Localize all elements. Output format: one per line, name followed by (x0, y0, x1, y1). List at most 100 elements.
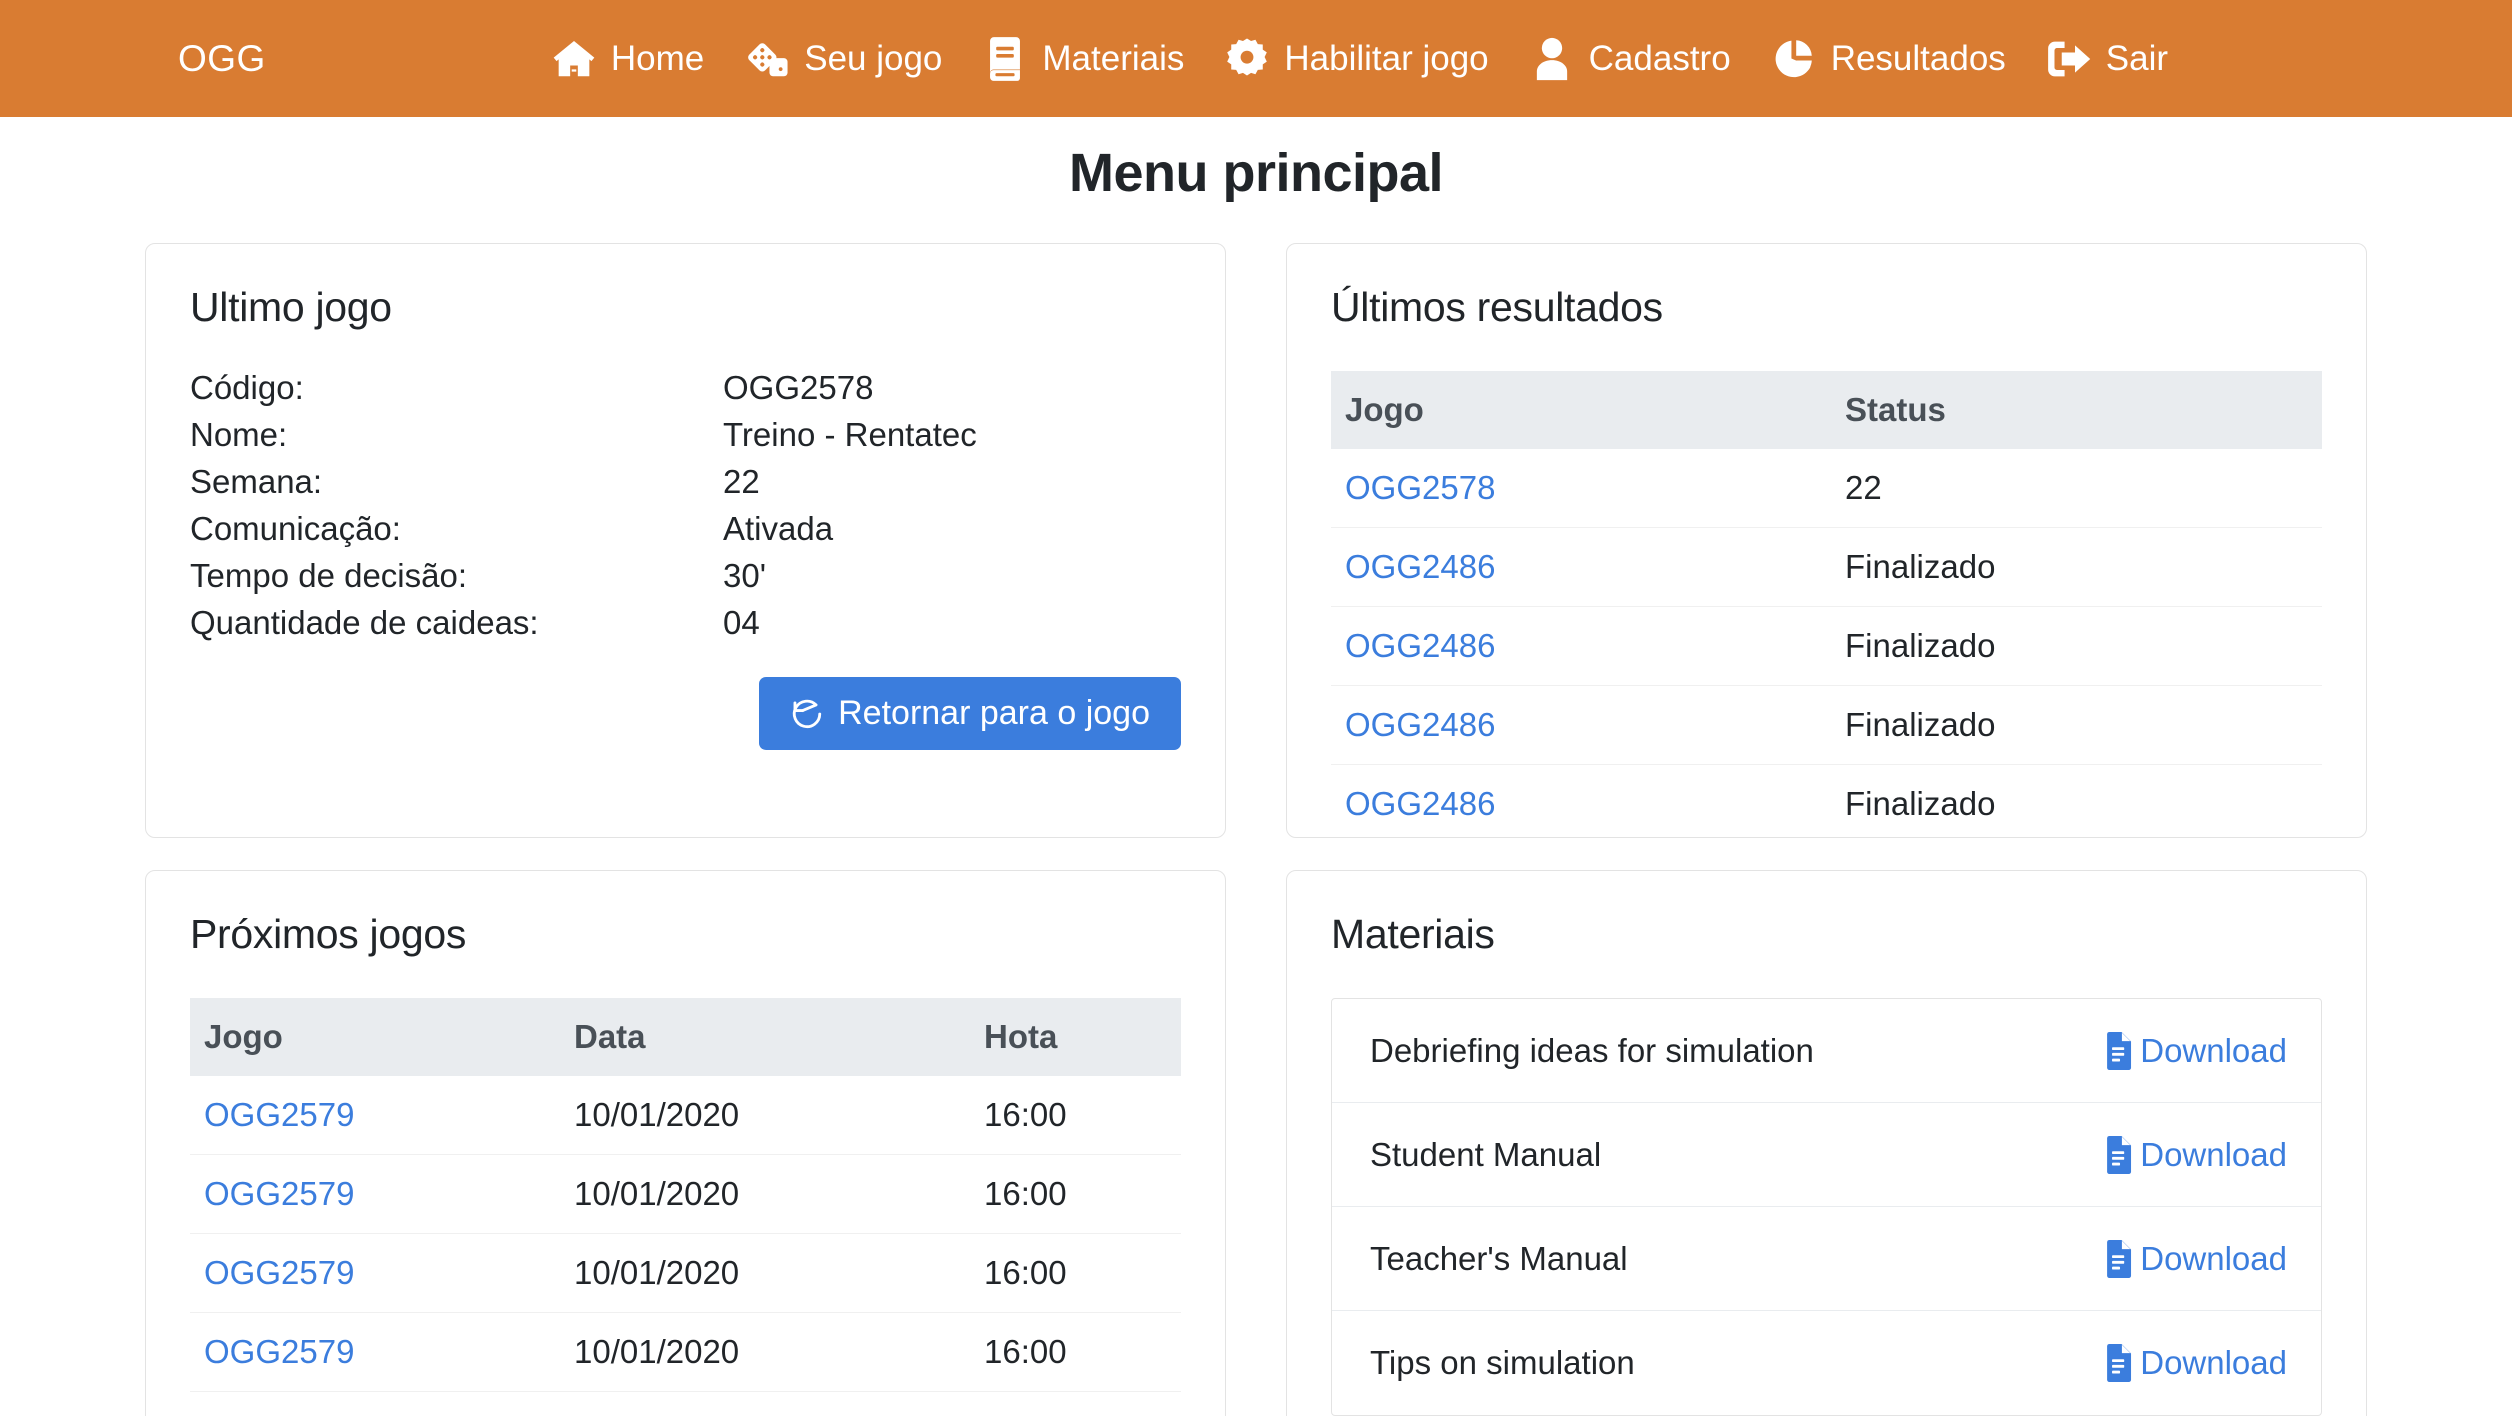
file-text-icon (2103, 1240, 2134, 1278)
table-row: OGG2579 10/01/2020 16:00 (190, 1392, 1181, 1416)
nav-label-sair: Sair (2106, 39, 2168, 79)
cell-jogo: OGG2486 (1331, 686, 1831, 765)
cell-hota: 16:00 (970, 1234, 1181, 1313)
download-link[interactable]: Download (2103, 1344, 2287, 1382)
cell-hota: 16:00 (970, 1392, 1181, 1416)
cell-status: Finalizado (1831, 528, 2322, 607)
cell-jogo: OGG2579 (190, 1234, 560, 1313)
cell-jogo: OGG2486 (1331, 528, 1831, 607)
nav-item-cadastro[interactable]: Cadastro (1529, 36, 1731, 82)
nav-item-materiais[interactable]: Materiais (982, 36, 1184, 82)
home-icon (551, 36, 597, 82)
list-item: Tips on simulation (1332, 1311, 2321, 1415)
file-text-icon (2103, 1136, 2134, 1174)
list-item: Debriefing ideas for simulation (1332, 999, 2321, 1103)
detail-label-nome: Nome: (190, 418, 723, 451)
table-row: OGG2486 Finalizado (1331, 528, 2322, 607)
detail-row-nome: Nome: Treino - Rentatec (190, 418, 1181, 451)
nav-item-home[interactable]: Home (551, 36, 704, 82)
detail-row-semana: Semana: 22 (190, 465, 1181, 498)
detail-row-codigo: Código: OGG2578 (190, 371, 1181, 404)
detail-value-nome: Treino - Rentatec (723, 418, 977, 451)
cell-data: 10/01/2020 (560, 1234, 970, 1313)
material-name: Debriefing ideas for simulation (1370, 1032, 1814, 1070)
table-head-next-games: Jogo Data Hota (190, 998, 1181, 1076)
column-last-game: Ultimo jogo Código: OGG2578 Nome: Treino… (145, 243, 1226, 838)
column-header-status: Status (1831, 371, 2322, 449)
row-top: Ultimo jogo Código: OGG2578 Nome: Treino… (145, 243, 2367, 838)
table-row: OGG2578 22 (1331, 449, 2322, 528)
download-link[interactable]: Download (2103, 1136, 2287, 1174)
nav-label-cadastro: Cadastro (1589, 39, 1731, 79)
nav-item-resultados[interactable]: Resultados (1771, 36, 2006, 82)
nav-item-habilitar-jogo[interactable]: Habilitar jogo (1224, 36, 1488, 82)
nav-item-sair[interactable]: Sair (2046, 36, 2168, 82)
return-to-game-button[interactable]: Retornar para o jogo (759, 677, 1181, 750)
game-link[interactable]: OGG2578 (1345, 469, 1495, 506)
cell-status: Finalizado (1831, 607, 2322, 686)
table-body-next-games: OGG2579 10/01/2020 16:00 OGG2579 10/01/2… (190, 1076, 1181, 1416)
row-bottom: Próximos jogos Jogo Data Hota OGG2579 (145, 870, 2367, 1416)
game-link[interactable]: OGG2579 (204, 1096, 354, 1133)
material-name: Tips on simulation (1370, 1344, 1635, 1382)
last-game-details: Código: OGG2578 Nome: Treino - Rentatec … (190, 371, 1181, 639)
game-link[interactable]: OGG2579 (204, 1333, 354, 1370)
page-title: Menu principal (0, 142, 2512, 204)
card-last-game: Ultimo jogo Código: OGG2578 Nome: Treino… (145, 243, 1226, 838)
file-text-icon (2103, 1344, 2134, 1382)
column-header-hota: Hota (970, 998, 1181, 1076)
card-title-materials: Materiais (1331, 911, 2322, 958)
game-link[interactable]: OGG2486 (1345, 706, 1495, 743)
pie-chart-icon (1771, 36, 1817, 82)
download-label: Download (2140, 1136, 2287, 1174)
cell-jogo: OGG2579 (190, 1076, 560, 1155)
detail-row-tempo-decisao: Tempo de decisão: 30' (190, 559, 1181, 592)
table-row: OGG2486 Finalizado (1331, 765, 2322, 844)
nav-label-home: Home (611, 39, 704, 79)
detail-label-quantidade-caideas: Quantidade de caideas: (190, 606, 723, 639)
table-head-last-results: Jogo Status (1331, 371, 2322, 449)
game-link[interactable]: OGG2486 (1345, 785, 1495, 822)
card-title-last-game: Ultimo jogo (190, 284, 1181, 331)
cell-data: 10/01/2020 (560, 1392, 970, 1416)
card-title-next-games: Próximos jogos (190, 911, 1181, 958)
cell-data: 10/01/2020 (560, 1155, 970, 1234)
table-row: OGG2579 10/01/2020 16:00 (190, 1155, 1181, 1234)
cell-status: 22 (1831, 449, 2322, 528)
download-link[interactable]: Download (2103, 1240, 2287, 1278)
card-title-last-results: Últimos resultados (1331, 284, 2322, 331)
download-link[interactable]: Download (2103, 1032, 2287, 1070)
materials-list: Debriefing ideas for simulation (1331, 998, 2322, 1416)
column-last-results: Últimos resultados Jogo Status OGG2578 2… (1286, 243, 2367, 838)
top-navbar: OGG Home (0, 0, 2512, 117)
material-name: Student Manual (1370, 1136, 1601, 1174)
game-link[interactable]: OGG2579 (204, 1412, 354, 1416)
card-last-results: Últimos resultados Jogo Status OGG2578 2… (1286, 243, 2367, 838)
detail-value-comunicacao: Ativada (723, 512, 833, 545)
list-item: Student Manual (1332, 1103, 2321, 1207)
download-label: Download (2140, 1032, 2287, 1070)
nav-item-seu-jogo[interactable]: Seu jogo (744, 36, 942, 82)
table-next-games: Jogo Data Hota OGG2579 10/01/2020 16:00 … (190, 998, 1181, 1416)
last-game-actions: Retornar para o jogo (190, 677, 1181, 750)
nav-label-resultados: Resultados (1831, 39, 2006, 79)
nav-label-materiais: Materiais (1042, 39, 1184, 79)
game-link[interactable]: OGG2579 (204, 1254, 354, 1291)
cell-jogo: OGG2486 (1331, 765, 1831, 844)
detail-value-quantidade-caideas: 04 (723, 606, 760, 639)
download-label: Download (2140, 1240, 2287, 1278)
game-link[interactable]: OGG2486 (1345, 548, 1495, 585)
app-brand[interactable]: OGG (178, 38, 266, 80)
rotate-left-icon (790, 697, 824, 731)
detail-label-codigo: Código: (190, 371, 723, 404)
detail-label-tempo-decisao: Tempo de decisão: (190, 559, 723, 592)
table-header-row: Jogo Data Hota (190, 998, 1181, 1076)
table-row: OGG2579 10/01/2020 16:00 (190, 1234, 1181, 1313)
game-link[interactable]: OGG2579 (204, 1175, 354, 1212)
file-text-icon (2103, 1032, 2134, 1070)
book-icon (982, 36, 1028, 82)
game-link[interactable]: OGG2486 (1345, 627, 1495, 664)
nav-label-habilitar-jogo: Habilitar jogo (1284, 39, 1488, 79)
return-to-game-label: Retornar para o jogo (838, 694, 1150, 733)
cell-status: Finalizado (1831, 686, 2322, 765)
